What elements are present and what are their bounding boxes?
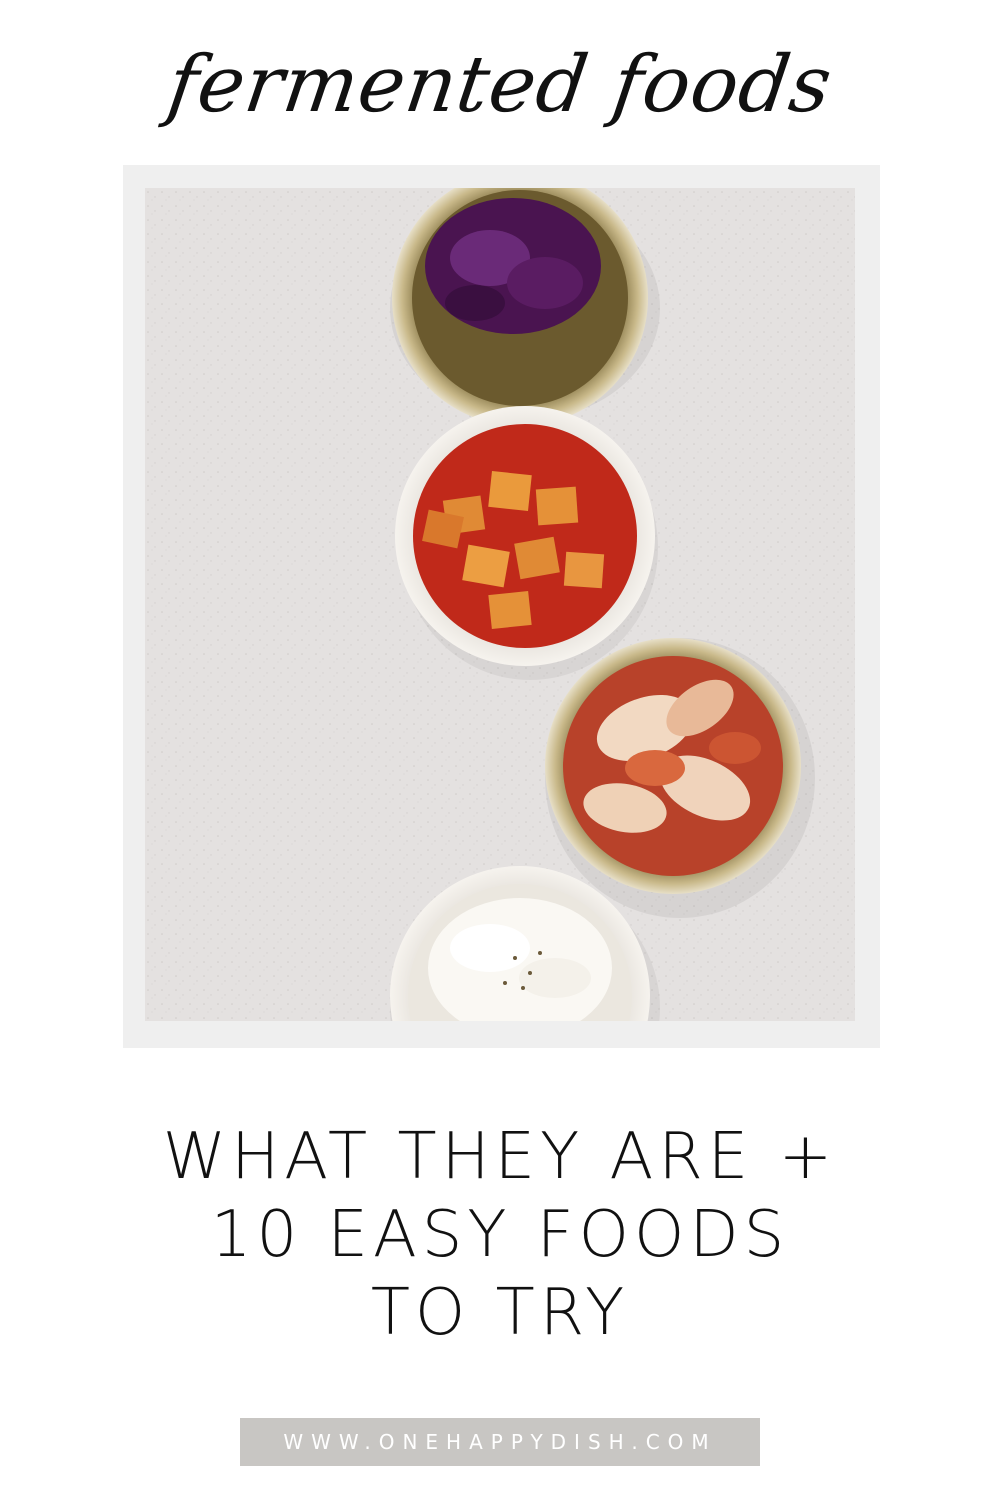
- headline: WHAT THEY ARE + 10 EASY FOODS TO TRY: [0, 1118, 1000, 1352]
- headline-line-2: 10 EASY FOODS: [210, 1198, 790, 1272]
- cabbage-kimchi-bowl: [545, 638, 815, 918]
- website-banner[interactable]: WWW.ONEHAPPYDISH.COM: [240, 1418, 760, 1466]
- script-title: fermented foods: [162, 40, 838, 130]
- headline-line-1: WHAT THEY ARE +: [162, 1120, 838, 1194]
- website-url: WWW.ONEHAPPYDISH.COM: [283, 1430, 717, 1454]
- fermented-foods-photo: [145, 188, 855, 1021]
- headline-line-3: TO TRY: [370, 1276, 630, 1350]
